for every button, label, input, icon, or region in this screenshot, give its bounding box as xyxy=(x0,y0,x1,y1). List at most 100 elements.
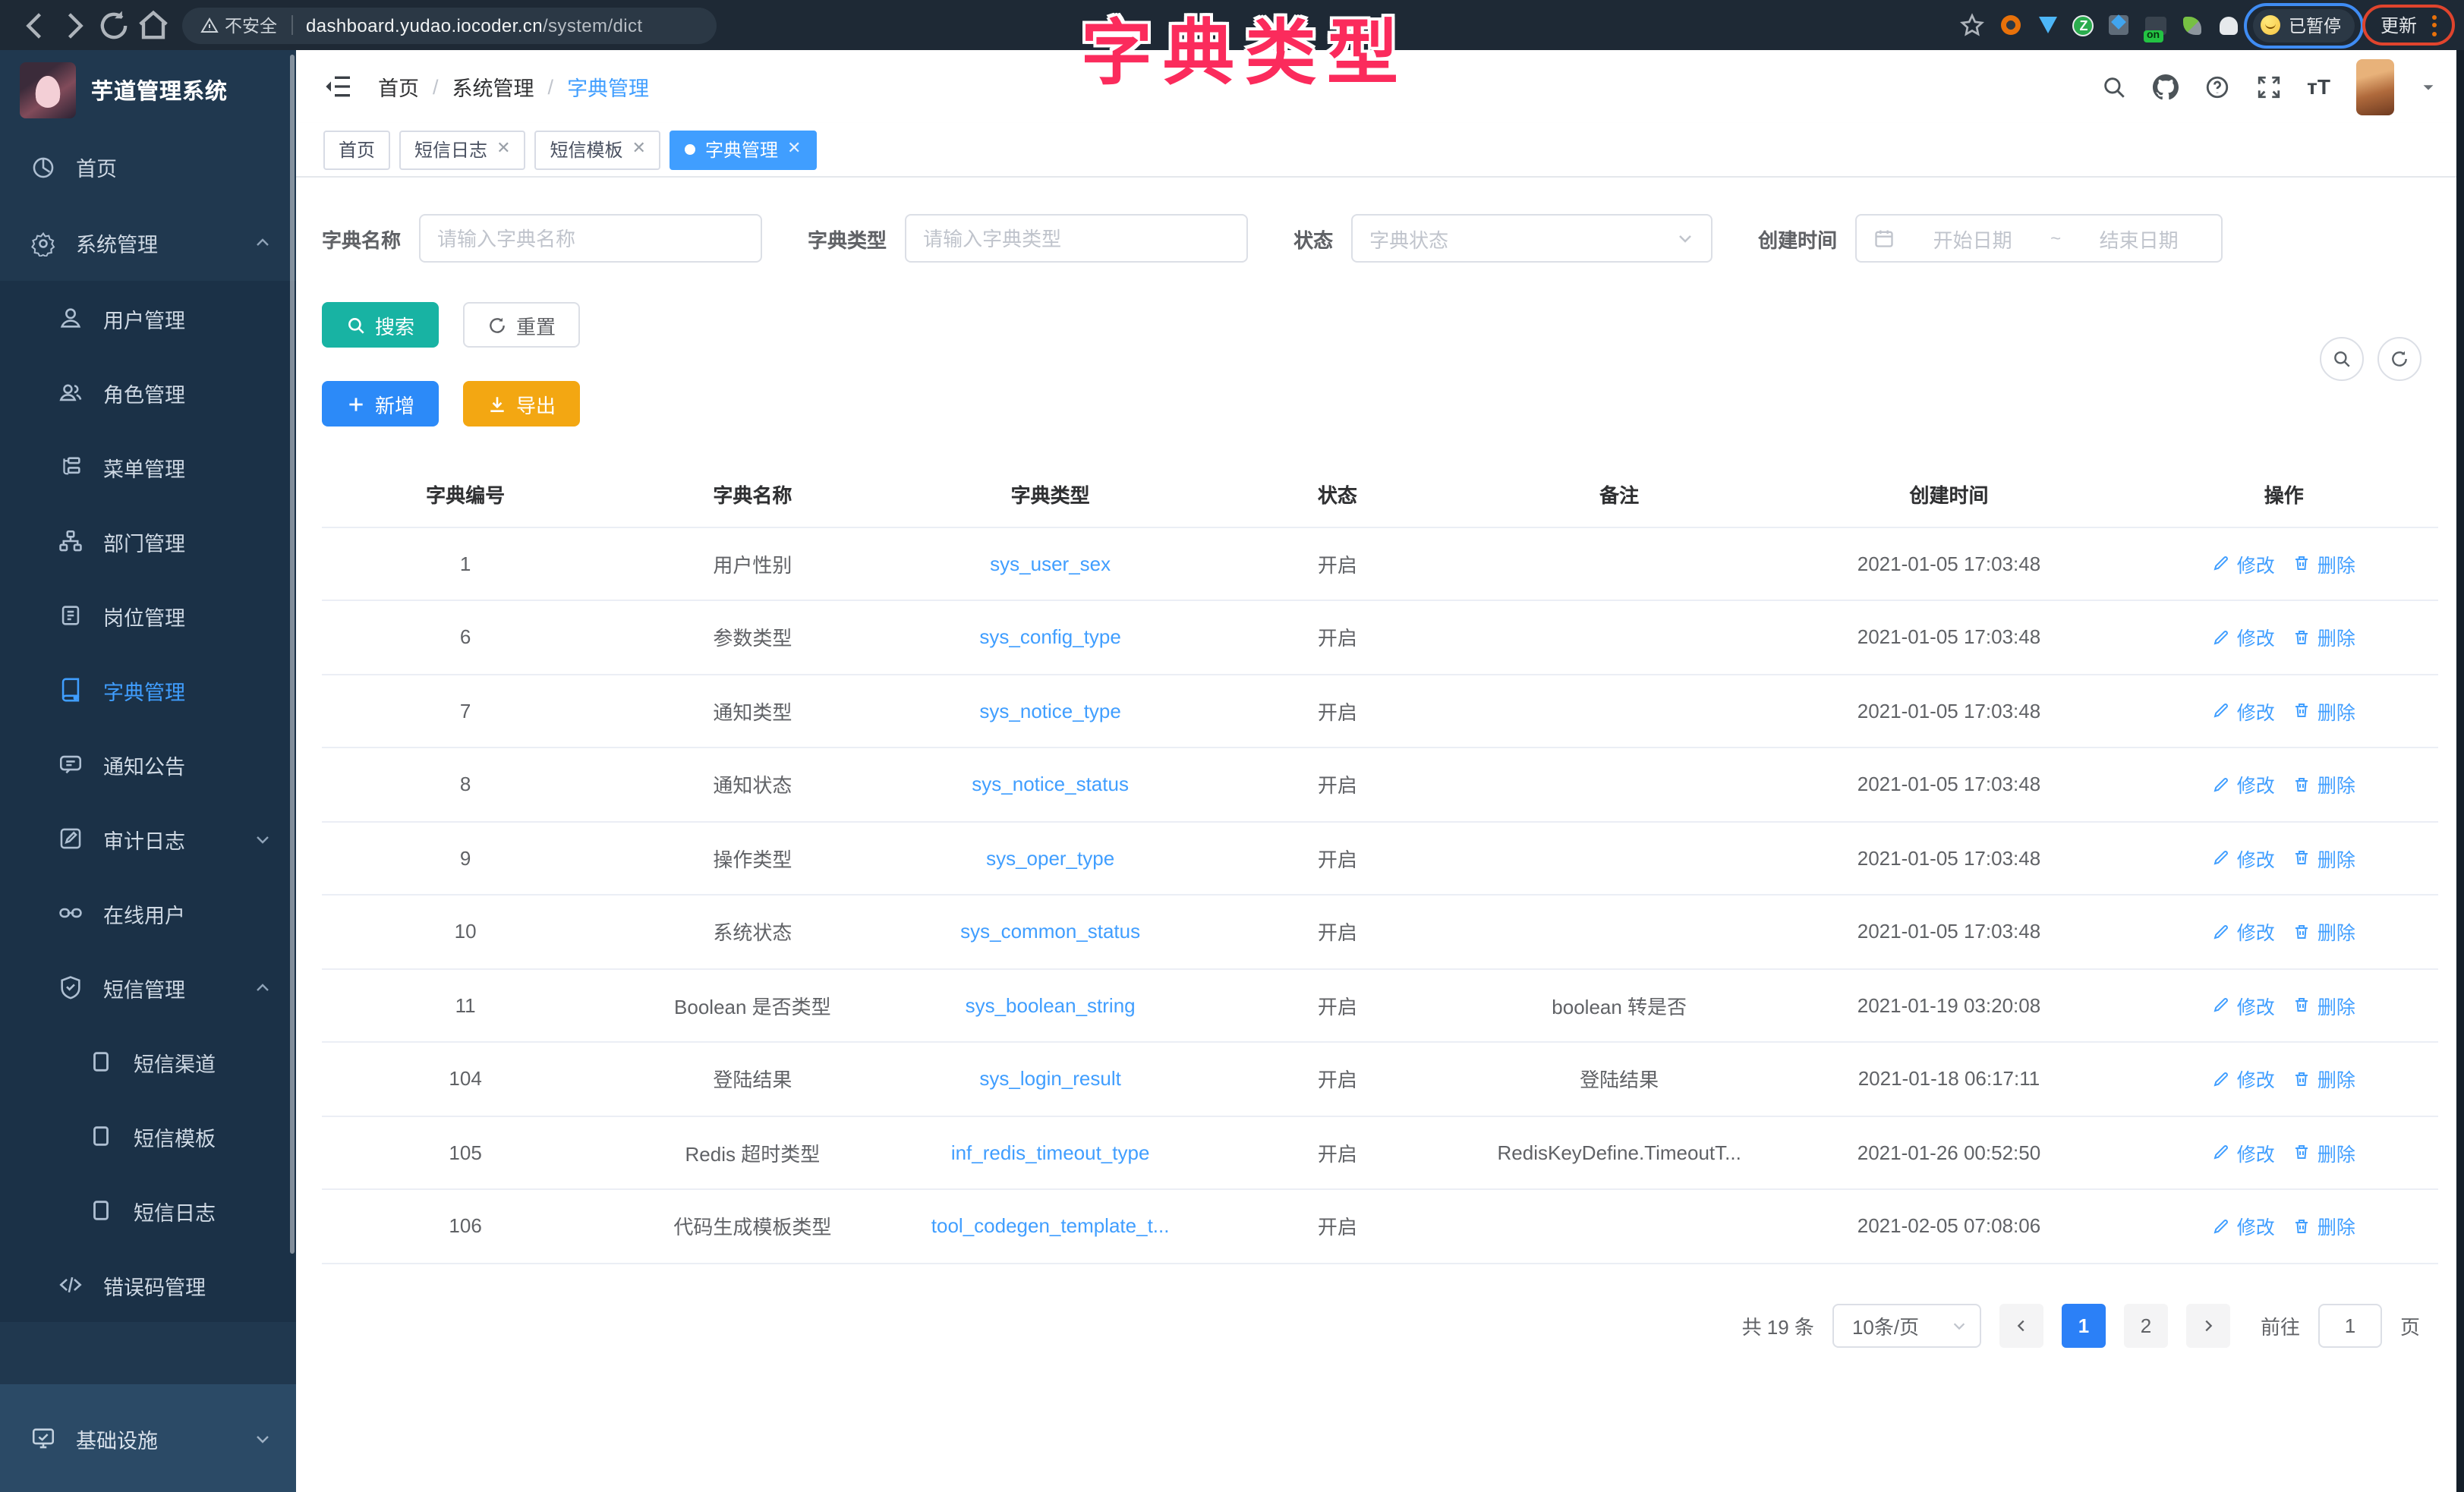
edit-row-button[interactable]: 修改 xyxy=(2213,991,2275,1020)
browser-menu-icon[interactable] xyxy=(2432,14,2437,36)
green-circle-extension-icon[interactable]: Z xyxy=(2073,14,2094,36)
table-refresh-button[interactable] xyxy=(2377,337,2421,381)
sidebar-header[interactable]: 芋道管理系统 xyxy=(0,50,296,129)
profile-paused-chip[interactable]: 已暂停 xyxy=(2254,8,2355,42)
github-icon[interactable] xyxy=(2152,74,2178,99)
browser-update-group[interactable]: 更新 xyxy=(2368,9,2449,41)
cell-dict-type[interactable]: sys_login_result xyxy=(896,1042,1205,1116)
sidebar-fold-icon[interactable] xyxy=(323,71,354,102)
delete-row-button[interactable]: 删除 xyxy=(2293,844,2355,873)
tab-短信日志[interactable]: 短信日志✕ xyxy=(399,130,525,169)
on-badge-extension-icon[interactable] xyxy=(2144,14,2167,36)
sidebar-item-角色管理[interactable]: 角色管理 xyxy=(0,355,296,430)
edit-row-button[interactable]: 修改 xyxy=(2213,1065,2275,1094)
next-page-button[interactable] xyxy=(2186,1303,2230,1347)
sidebar-item-短信管理[interactable]: 短信管理 xyxy=(0,950,296,1025)
delete-row-button[interactable]: 删除 xyxy=(2293,991,2355,1020)
help-icon[interactable] xyxy=(2204,74,2229,99)
update-label[interactable]: 更新 xyxy=(2381,12,2417,38)
browser-forward-icon[interactable] xyxy=(55,5,94,45)
breadcrumb-home[interactable]: 首页 xyxy=(378,71,419,102)
edit-row-button[interactable]: 修改 xyxy=(2213,844,2275,873)
delete-row-button[interactable]: 删除 xyxy=(2293,918,2355,946)
delete-row-button[interactable]: 删除 xyxy=(2293,770,2355,799)
delete-row-button[interactable]: 删除 xyxy=(2293,623,2355,652)
edit-row-button[interactable]: 修改 xyxy=(2213,549,2275,578)
cell-dict-type[interactable]: sys_config_type xyxy=(896,600,1205,674)
window-scrollbar[interactable] xyxy=(2456,50,2464,1492)
prev-page-button[interactable] xyxy=(1999,1303,2043,1347)
goto-page-input[interactable] xyxy=(2318,1303,2382,1347)
sidebar-item-在线用户[interactable]: 在线用户 xyxy=(0,876,296,950)
not-secure-warning[interactable]: 不安全 xyxy=(200,13,277,37)
tab-字典管理[interactable]: 字典管理✕ xyxy=(670,130,816,169)
url-text[interactable]: dashboard.yudao.iocoder.cn/system/dict xyxy=(306,14,642,36)
dict-type-input[interactable] xyxy=(923,227,1230,250)
blue-gem-extension-icon[interactable] xyxy=(2037,14,2059,36)
cell-dict-type[interactable]: sys_common_status xyxy=(896,895,1205,968)
cell-dict-type[interactable]: sys_boolean_string xyxy=(896,968,1205,1042)
sidebar-item-短信日志[interactable]: 短信日志 xyxy=(0,1173,296,1248)
add-button[interactable]: 新增 xyxy=(322,381,439,427)
orange-ring-extension-icon[interactable] xyxy=(2000,14,2023,36)
cell-dict-type[interactable]: tool_codegen_template_t... xyxy=(896,1189,1205,1263)
breadcrumb-system[interactable]: 系统管理 xyxy=(452,71,534,102)
puzzle-extension-icon[interactable] xyxy=(2108,14,2131,36)
sidebar-item-错误码管理[interactable]: 错误码管理 xyxy=(0,1248,296,1322)
sidebar-scrollbar[interactable] xyxy=(290,55,295,1254)
close-tab-icon[interactable]: ✕ xyxy=(787,141,801,158)
delete-row-button[interactable]: 删除 xyxy=(2293,697,2355,726)
sidebar-item-岗位管理[interactable]: 岗位管理 xyxy=(0,578,296,653)
dict-name-input[interactable] xyxy=(437,227,744,250)
sidebar-item-短信模板[interactable]: 短信模板 xyxy=(0,1099,296,1173)
sidebar-item-通知公告[interactable]: 通知公告 xyxy=(0,727,296,801)
sidebar-item-部门管理[interactable]: 部门管理 xyxy=(0,504,296,578)
tab-短信模板[interactable]: 短信模板✕ xyxy=(535,130,661,169)
search-button[interactable]: 搜索 xyxy=(322,302,439,348)
browser-back-icon[interactable] xyxy=(15,5,55,45)
sidebar-item-字典管理[interactable]: 字典管理 xyxy=(0,653,296,727)
edit-row-button[interactable]: 修改 xyxy=(2213,918,2275,946)
bookmark-star-icon[interactable] xyxy=(1959,5,1987,45)
close-tab-icon[interactable]: ✕ xyxy=(632,141,646,158)
figure-extension-icon[interactable] xyxy=(2217,14,2240,36)
dict-type-field[interactable] xyxy=(905,214,1248,263)
sidebar-item-系统管理[interactable]: 系统管理 xyxy=(0,205,296,281)
browser-reload-icon[interactable] xyxy=(94,5,134,45)
edit-row-button[interactable]: 修改 xyxy=(2213,1138,2275,1167)
user-menu-caret-icon[interactable] xyxy=(2420,78,2437,95)
fullscreen-icon[interactable] xyxy=(2255,74,2281,99)
reset-button[interactable]: 重置 xyxy=(463,302,580,348)
sidebar-item-用户管理[interactable]: 用户管理 xyxy=(0,281,296,355)
cell-dict-type[interactable]: sys_notice_status xyxy=(896,748,1205,821)
cell-dict-type[interactable]: sys_user_sex xyxy=(896,527,1205,600)
table-search-toggle-button[interactable] xyxy=(2320,337,2364,381)
search-icon[interactable] xyxy=(2100,74,2126,99)
status-select[interactable]: 字典状态 xyxy=(1351,214,1713,263)
edit-row-button[interactable]: 修改 xyxy=(2213,770,2275,799)
font-size-icon[interactable]: тT xyxy=(2307,74,2330,99)
delete-row-button[interactable]: 删除 xyxy=(2293,1138,2355,1167)
delete-row-button[interactable]: 删除 xyxy=(2293,1212,2355,1241)
sidebar-item-infrastructure[interactable]: 基础设施 xyxy=(0,1384,296,1492)
tab-首页[interactable]: 首页 xyxy=(323,130,390,169)
address-bar[interactable]: 不安全 dashboard.yudao.iocoder.cn/system/di… xyxy=(182,7,717,43)
avatar[interactable] xyxy=(2356,58,2394,115)
edit-row-button[interactable]: 修改 xyxy=(2213,697,2275,726)
edit-row-button[interactable]: 修改 xyxy=(2213,1212,2275,1241)
dict-name-field[interactable] xyxy=(419,214,762,263)
cell-dict-type[interactable]: sys_notice_type xyxy=(896,674,1205,748)
cell-dict-type[interactable]: inf_redis_timeout_type xyxy=(896,1116,1205,1189)
delete-row-button[interactable]: 删除 xyxy=(2293,549,2355,578)
export-button[interactable]: 导出 xyxy=(463,381,580,427)
delete-row-button[interactable]: 删除 xyxy=(2293,1065,2355,1094)
sidebar-item-菜单管理[interactable]: 菜单管理 xyxy=(0,430,296,504)
browser-home-icon[interactable] xyxy=(134,5,173,45)
page-button-2[interactable]: 2 xyxy=(2124,1303,2168,1347)
cell-dict-type[interactable]: sys_oper_type xyxy=(896,821,1205,895)
sidebar-item-审计日志[interactable]: 审计日志 xyxy=(0,801,296,876)
page-size-select[interactable]: 10条/页 xyxy=(1832,1303,1981,1347)
leaf-extension-icon[interactable] xyxy=(2181,14,2204,36)
close-tab-icon[interactable]: ✕ xyxy=(496,141,510,158)
date-range-picker[interactable]: 开始日期 ~ 结束日期 xyxy=(1855,214,2223,263)
